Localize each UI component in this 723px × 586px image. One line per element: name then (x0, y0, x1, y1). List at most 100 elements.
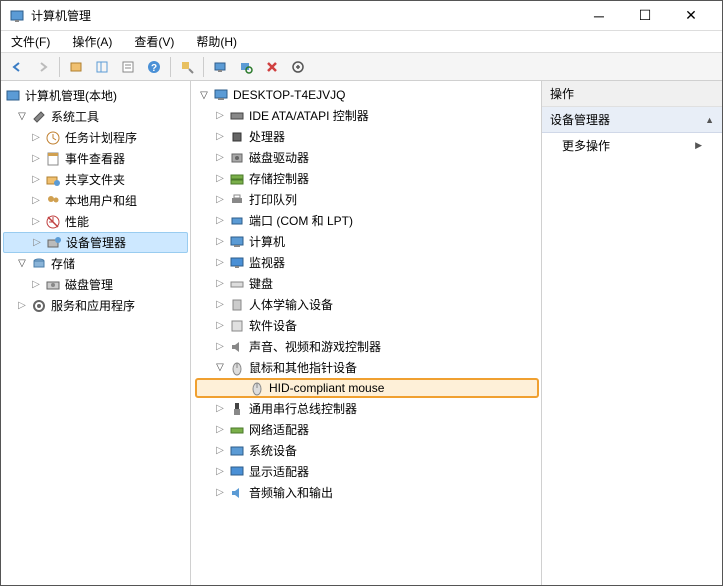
expander-icon[interactable] (213, 151, 227, 165)
device-category[interactable]: IDE ATA/ATAPI 控制器 (193, 105, 539, 126)
actions-sub-label: 设备管理器 (550, 111, 610, 128)
device-category[interactable]: 磁盘驱动器 (193, 147, 539, 168)
expander-icon[interactable] (30, 236, 44, 250)
up-button[interactable] (64, 55, 88, 79)
left-item-event[interactable]: 事件查看器 (3, 148, 188, 169)
device-category-label: 键盘 (249, 275, 273, 292)
properties-button[interactable] (116, 55, 140, 79)
left-item-clock[interactable]: 任务计划程序 (3, 127, 188, 148)
menu-view[interactable]: 查看(V) (130, 31, 178, 52)
expander-icon[interactable] (213, 361, 227, 375)
left-item-share[interactable]: 共享文件夹 (3, 169, 188, 190)
storage-icon (229, 171, 245, 187)
device-item[interactable]: HID-compliant mouse (195, 378, 539, 398)
device-category[interactable]: 系统设备 (193, 440, 539, 461)
device-category-label: 人体学输入设备 (249, 296, 333, 313)
left-group-system-tools[interactable]: 系统工具 (3, 106, 188, 127)
device-category-label: 显示适配器 (249, 463, 309, 480)
remove-button[interactable] (260, 55, 284, 79)
device-category-label: 端口 (COM 和 LPT) (249, 212, 353, 229)
left-item-device[interactable]: 设备管理器 (3, 232, 188, 253)
expander-icon[interactable] (213, 402, 227, 416)
expander-icon[interactable] (29, 152, 43, 166)
device-category[interactable]: 音频输入和输出 (193, 482, 539, 503)
left-item-disk[interactable]: 磁盘管理 (3, 274, 188, 295)
printer-icon (229, 192, 245, 208)
close-button[interactable]: ✕ (668, 1, 714, 31)
scan-button[interactable] (234, 55, 258, 79)
left-pane: 计算机管理(本地) 系统工具 任务计划程序事件查看器共享文件夹本地用户和组性能设… (1, 81, 191, 585)
share-icon (45, 172, 61, 188)
device-root[interactable]: DESKTOP-T4EJVJQ (193, 85, 539, 105)
expander-icon[interactable] (15, 257, 29, 271)
expander-icon[interactable] (213, 319, 227, 333)
device-category[interactable]: 存储控制器 (193, 168, 539, 189)
expander-icon[interactable] (29, 215, 43, 229)
device-category[interactable]: 打印队列 (193, 189, 539, 210)
enable-button[interactable] (286, 55, 310, 79)
menu-file[interactable]: 文件(F) (7, 31, 54, 52)
expander-icon[interactable] (197, 88, 211, 102)
show-hide-button[interactable] (90, 55, 114, 79)
left-group-storage[interactable]: 存储 (3, 253, 188, 274)
expander-icon[interactable] (29, 194, 43, 208)
expander-icon[interactable] (15, 299, 29, 313)
device-category[interactable]: 计算机 (193, 231, 539, 252)
back-button[interactable] (5, 55, 29, 79)
menu-action[interactable]: 操作(A) (68, 31, 116, 52)
device-category[interactable]: 人体学输入设备 (193, 294, 539, 315)
computer-icon-button[interactable] (208, 55, 232, 79)
collapse-icon: ▲ (705, 115, 714, 125)
maximize-button[interactable]: ☐ (622, 1, 668, 31)
menu-help[interactable]: 帮助(H) (192, 31, 241, 52)
expander-icon[interactable] (29, 131, 43, 145)
expander-icon[interactable] (29, 278, 43, 292)
left-item-perf[interactable]: 性能 (3, 211, 188, 232)
system-icon (229, 443, 245, 459)
left-item-users[interactable]: 本地用户和组 (3, 190, 188, 211)
expander-icon[interactable] (213, 214, 227, 228)
device-category[interactable]: 监视器 (193, 252, 539, 273)
svg-text:?: ? (151, 63, 157, 74)
left-group-label: 存储 (51, 255, 75, 272)
left-root[interactable]: 计算机管理(本地) (3, 85, 188, 106)
help-button[interactable]: ? (142, 55, 166, 79)
device-category[interactable]: 显示适配器 (193, 461, 539, 482)
left-item-label: 性能 (65, 213, 89, 230)
expander-icon[interactable] (29, 173, 43, 187)
device-category[interactable]: 键盘 (193, 273, 539, 294)
minimize-button[interactable]: ─ (576, 1, 622, 31)
left-group-label: 系统工具 (51, 108, 99, 125)
expander-icon[interactable] (213, 172, 227, 186)
expander-icon[interactable] (213, 277, 227, 291)
actions-more[interactable]: 更多操作 ▶ (542, 133, 722, 158)
device-category[interactable]: 软件设备 (193, 315, 539, 336)
device-category[interactable]: 通用串行总线控制器 (193, 398, 539, 419)
expander-icon[interactable] (213, 465, 227, 479)
users-icon (45, 193, 61, 209)
device-category[interactable]: 端口 (COM 和 LPT) (193, 210, 539, 231)
expander-icon[interactable] (213, 256, 227, 270)
forward-button[interactable] (31, 55, 55, 79)
expander-icon[interactable] (213, 423, 227, 437)
expander-icon[interactable] (213, 193, 227, 207)
device-category[interactable]: 声音、视频和游戏控制器 (193, 336, 539, 357)
expander-icon[interactable] (213, 235, 227, 249)
expander-icon[interactable] (213, 444, 227, 458)
ide-icon (229, 108, 245, 124)
actions-subheader[interactable]: 设备管理器 ▲ (542, 107, 722, 133)
device-category[interactable]: 处理器 (193, 126, 539, 147)
device-category[interactable]: 网络适配器 (193, 419, 539, 440)
expander-icon[interactable] (213, 340, 227, 354)
expander-icon[interactable] (213, 130, 227, 144)
window-controls: ─ ☐ ✕ (576, 1, 714, 31)
expander-icon[interactable] (213, 298, 227, 312)
actions-header: 操作 (542, 81, 722, 107)
expander-icon[interactable] (15, 110, 29, 124)
left-group-services[interactable]: 服务和应用程序 (3, 295, 188, 316)
software-icon (229, 318, 245, 334)
action-button[interactable] (175, 55, 199, 79)
expander-icon[interactable] (213, 486, 227, 500)
expander-icon[interactable] (213, 109, 227, 123)
device-category[interactable]: 鼠标和其他指针设备 (193, 357, 539, 378)
